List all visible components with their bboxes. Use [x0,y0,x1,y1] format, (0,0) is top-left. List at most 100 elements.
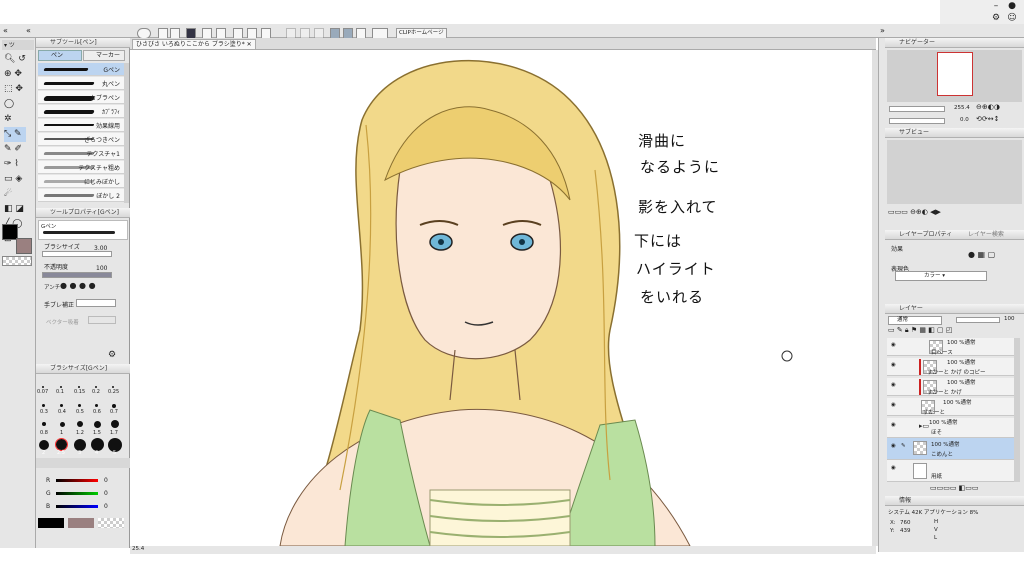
brush-item[interactable]: にじみぼかし [38,175,124,188]
layer-row[interactable]: ◉ 100 %通常 すかーと [887,398,1014,416]
color-main-chip[interactable] [38,518,64,528]
subview-area[interactable] [887,140,1022,204]
layer-row[interactable]: ◉ 100 %通常 目ペース [887,338,1014,356]
tab-marker[interactable]: マーカー [83,50,125,61]
brush-item[interactable]: 効果線用 [38,119,124,132]
brush-item[interactable]: 丸ペン [38,77,124,90]
move-icon[interactable]: ⊕ ✥ [4,67,26,82]
settings-icon[interactable]: ⚙ [990,12,1002,24]
user-icon[interactable]: ☺ [1006,12,1018,24]
aa-options[interactable]: ● ● ● ● [60,281,120,291]
pencil-icon[interactable]: ✎ ✐ [4,142,26,157]
pen-tool-icon[interactable]: ⤡ ✎ [4,127,26,142]
subview-controls[interactable]: ▭▭▭ ⊖⊕◐ ◀▶ [888,208,1022,218]
layer-toolbar[interactable]: ▭ ✎ 🔒︎ ⚑ ▦ ◧ ▢ ◰ [888,326,1022,336]
size-label[interactable]: 0.6 [93,409,101,415]
size-label[interactable]: 2 [42,450,45,456]
color-slider-tabs[interactable] [36,458,130,468]
tab-pen[interactable]: ペン [38,50,82,61]
blend-icon[interactable]: ☄ [4,187,26,202]
b-slider[interactable] [56,505,98,508]
visibility-eye-icon[interactable]: ◉ [891,362,896,368]
close-icon[interactable]: ● [1006,0,1018,12]
layer-scrollbar[interactable] [1014,338,1020,482]
r-slider[interactable] [56,479,98,482]
size-label[interactable]: 3 [78,450,81,456]
visibility-eye-icon[interactable]: ◉ [891,342,896,348]
canvas[interactable]: 滑曲に なるように 影を入れて 下には ハイライト をいれる [130,50,872,546]
blend-mode-select[interactable]: 通常 [888,316,942,325]
brush-item[interactable]: カブラペン [38,91,124,104]
collapse-icon[interactable]: « [26,26,31,35]
visibility-eye-icon[interactable]: ◉ [891,422,896,428]
brush-item[interactable]: テクスチャ粗め [38,161,124,174]
object-icon[interactable]: ⬚ ✥ [4,82,26,97]
nav-zoom-slider[interactable] [889,106,945,112]
brush-item[interactable]: テクスチャ1 [38,147,124,160]
size-label[interactable]: 0.4 [58,409,66,415]
visibility-eye-icon[interactable]: ◉ [891,465,896,471]
color-sub-chip[interactable] [68,518,94,528]
size-label[interactable]: 0.07 [37,389,48,395]
zoom-icon[interactable]: 🔍︎ ↺ [4,52,26,67]
eraser-icon[interactable]: ▭ ◈ [4,172,26,187]
size-label[interactable]: 1.7 [110,430,118,436]
lasso-icon[interactable]: ◯ [4,97,26,112]
settings-gear-icon[interactable]: ⚙ [108,350,116,360]
g-slider[interactable] [56,492,98,495]
visibility-eye-icon[interactable]: ◉ [891,402,896,408]
layer-row-selected[interactable]: ◉ ✎ 100 %通常 こめんと [887,438,1014,460]
doc-tab[interactable]: ひさびさ いろぬりここから ブラシ塗り* ✕ [132,39,256,50]
nav-rotate-slider[interactable] [889,118,945,124]
sub-color-swatch[interactable] [16,238,32,254]
layer-folder-row[interactable]: ◉ ▸▭ 100 %通常 ほそ [887,418,1014,438]
minimize-icon[interactable]: – [990,0,1002,12]
effect-buttons[interactable]: ● ▦ ▢ [968,250,1016,260]
size-label[interactable]: 0.5 [76,409,84,415]
layer-bottom-toolbar[interactable]: ▭▭▭▭ ◧▭▭ [930,484,1022,494]
brush-item[interactable]: ぼかし 2 [38,189,124,202]
brush-item[interactable]: ｶﾌﾞﾗﾌｨ [38,105,124,118]
brush-size-slider[interactable] [42,251,112,257]
layer-row[interactable]: ◉ 100 %通常 すかーと かげ [887,378,1014,396]
collapse-left-icon[interactable]: « [3,26,8,35]
layer-search-tab[interactable]: レイヤー検索 [968,231,1004,238]
subtool-scrollbar[interactable] [124,63,129,203]
size-label[interactable]: 0.1 [56,389,64,395]
size-label[interactable]: 0.8 [40,430,48,436]
close-tab-icon[interactable]: ✕ [247,41,252,48]
brush-item[interactable]: ざらつきペン [38,133,124,146]
size-label[interactable]: 5 [113,450,116,456]
size-label[interactable]: 0.15 [74,389,85,395]
vector-options[interactable] [88,316,116,324]
tool-icons[interactable]: 🔍︎ ↺ ⊕ ✥ ⬚ ✥ ◯ ✲ ⤡ ✎ ✎ ✐ ✑ ⌇ ▭ ◈ ☄ ◧ ◪ ╱… [4,52,26,247]
wand-icon[interactable]: ✲ [4,112,26,127]
layer-row[interactable]: ◉ 用紙 [887,460,1014,482]
size-label[interactable]: 1.5 [93,430,101,436]
expr-select[interactable]: カラー ▾ [895,271,987,281]
size-label[interactable]: 2.5 [57,450,65,456]
size-label[interactable]: 0.2 [92,389,100,395]
color-transparent-chip[interactable] [98,518,124,528]
size-label[interactable]: 1.2 [76,430,84,436]
canvas-zoom: 25.4 [132,546,145,552]
size-label[interactable]: 1 [60,430,63,436]
nav-zoom-icons[interactable]: ⊖⊕◐◑ [976,103,1000,111]
transparent-swatch[interactable] [2,256,32,266]
stabilize-slider[interactable] [76,299,116,307]
size-label[interactable]: 4 [95,450,98,456]
size-label[interactable]: 0.25 [108,389,119,395]
visibility-eye-icon[interactable]: ◉ [891,382,896,388]
visibility-eye-icon[interactable]: ◉ [891,443,896,449]
expand-right-icon[interactable]: » [880,26,885,35]
layer-row[interactable]: ◉ 100 %通常 すかーと かげ のコピー [887,358,1014,376]
opacity-slider[interactable] [42,272,112,278]
nav-rotate-icons[interactable]: ⟲⟳↔↕ [976,115,999,123]
brush-item-g-pen[interactable]: Gペン [38,63,124,76]
size-label[interactable]: 0.3 [40,409,48,415]
airbrush-icon[interactable]: ✑ ⌇ [4,157,26,172]
size-label[interactable]: 0.7 [110,409,118,415]
gradient-icon[interactable]: ◧ ◪ [4,202,26,217]
layer-opacity-slider[interactable] [956,317,1000,323]
navigator-view[interactable] [887,50,1022,102]
